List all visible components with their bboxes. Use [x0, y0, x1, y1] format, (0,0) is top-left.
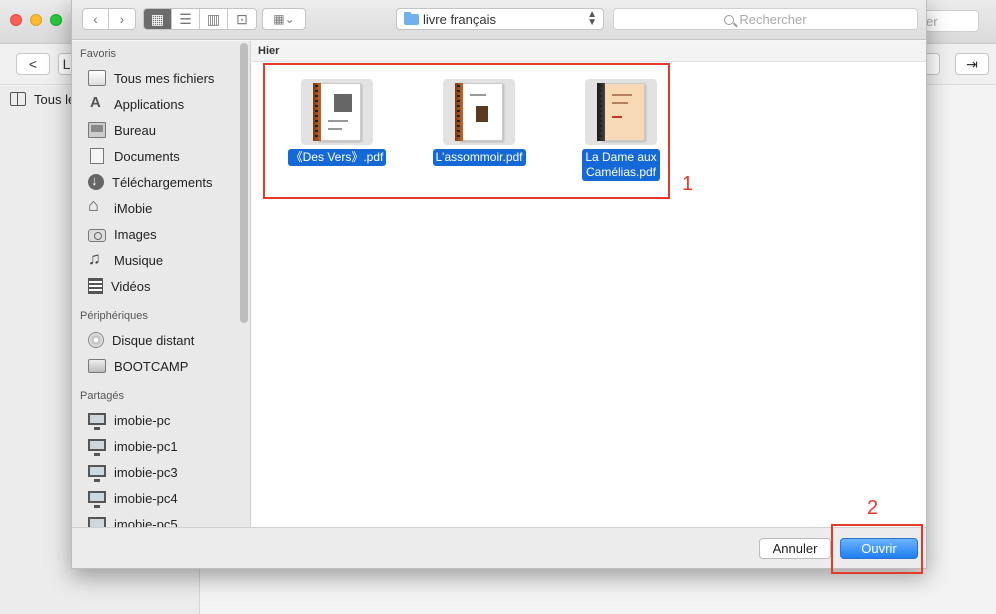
home-icon: [88, 195, 106, 216]
disc-icon: [88, 332, 104, 348]
sidebar-item-imobie-pc4[interactable]: imobie-pc4: [88, 488, 178, 508]
sidebar-item-imobie-pc5[interactable]: imobie-pc5: [88, 514, 178, 527]
sidebar-item-label: imobie-pc3: [114, 464, 178, 480]
search-icon: [724, 15, 735, 25]
view-mode-segment: ▦ ☰ ▥ ⊡: [143, 8, 257, 30]
sidebar-item-downloads[interactable]: Téléchargements: [88, 172, 212, 192]
sidebar-item-label: Tous mes fichiers: [114, 70, 215, 86]
sidebar-item-label: Images: [114, 226, 157, 242]
export-icon[interactable]: ⇥: [955, 53, 989, 75]
sidebar-item-label: Musique: [114, 252, 164, 268]
all-files-icon: [88, 70, 106, 86]
music-icon: [88, 249, 106, 269]
folder-icon: [404, 12, 419, 25]
sidebar-item-label: imobie-pc5: [114, 516, 178, 528]
background-sidebar-item-label: Tous le: [34, 92, 76, 107]
sidebar-item-label: Téléchargements: [112, 174, 213, 190]
sidebar-item-imobie-pc[interactable]: imobie-pc: [88, 410, 170, 430]
sidebar-item-all-files[interactable]: Tous mes fichiers: [88, 68, 214, 88]
minimize-window-button[interactable]: [30, 14, 42, 26]
computer-icon: [88, 491, 106, 508]
search-placeholder: Rechercher: [739, 12, 807, 27]
sidebar-item-label: imobie-pc: [114, 412, 171, 428]
sidebar-item-videos[interactable]: Vidéos: [88, 276, 151, 296]
sidebar-item-label: BOOTCAMP: [114, 358, 189, 374]
sidebar-item-label: Documents: [114, 148, 180, 164]
group-header: Hier: [252, 41, 926, 62]
sidebar-item-imobie-pc3[interactable]: imobie-pc3: [88, 462, 178, 482]
location-label: livre français: [423, 12, 496, 27]
close-window-button[interactable]: [10, 14, 22, 26]
dialog-toolbar: ‹ › ▦ ☰ ▥ ⊡ ▦⌄ livre français ▲ ▼ Recherc…: [72, 0, 926, 40]
navigation-segment: ‹ ›: [82, 8, 136, 30]
camera-icon: [88, 228, 106, 242]
location-popup[interactable]: livre français ▲ ▼: [396, 8, 604, 30]
updown-chevron-icon: ▲ ▼: [587, 9, 597, 28]
book-icon: [10, 92, 26, 106]
coverflow-view-button[interactable]: ⊡: [228, 9, 256, 29]
annotation-box-open: [831, 524, 923, 574]
sidebar-section-peripheriques: Périphériques: [80, 310, 148, 322]
film-icon: [88, 278, 103, 294]
sidebar-item-label: imobie-pc4: [114, 490, 178, 506]
sidebar-item-label: Bureau: [114, 122, 156, 138]
sidebar-item-images[interactable]: Images: [88, 224, 157, 244]
annotation-box-files: [263, 63, 670, 199]
sidebar-item-label: imobie-pc1: [114, 438, 178, 454]
sidebar-item-music[interactable]: Musique: [88, 249, 164, 270]
sidebar-item-desktop[interactable]: Bureau: [88, 120, 156, 140]
sidebar-item-label: Disque distant: [112, 332, 195, 348]
arrange-button[interactable]: ▦⌄: [263, 9, 305, 29]
dialog-button-bar: Annuler Ouvrir: [72, 527, 926, 568]
sidebar-section-favoris: Favoris: [80, 48, 117, 60]
sidebar-item-label: iMobie: [114, 200, 153, 216]
list-view-button[interactable]: ☰: [172, 9, 200, 29]
sidebar-scrollbar[interactable]: [240, 43, 248, 323]
computer-icon: [88, 439, 106, 456]
annotation-label-2: 2: [867, 497, 879, 519]
annotation-label-1: 1: [682, 173, 694, 195]
sidebar-item-imobie-pc1[interactable]: imobie-pc1: [88, 436, 178, 456]
forward-button[interactable]: ›: [109, 9, 135, 29]
back-button[interactable]: ‹: [83, 9, 109, 29]
background-back-button[interactable]: <: [16, 53, 50, 75]
search-input[interactable]: Rechercher: [613, 8, 918, 30]
documents-icon: [90, 148, 104, 164]
background-sidebar-item[interactable]: Tous le: [10, 92, 75, 107]
sidebar-item-bootcamp[interactable]: BOOTCAMP: [88, 356, 188, 376]
dialog-sidebar: Favoris Tous mes fichiers Applications B…: [72, 41, 251, 527]
sidebar-item-imobie[interactable]: iMobie: [88, 195, 153, 218]
applications-icon: [88, 94, 106, 112]
sidebar-item-label: Applications: [114, 96, 185, 112]
computer-icon: [88, 413, 106, 430]
downloads-icon: [88, 173, 104, 190]
sidebar-item-documents[interactable]: Documents: [88, 146, 180, 166]
sidebar-item-remote-disc[interactable]: Disque distant: [88, 330, 194, 350]
computer-icon: [88, 517, 106, 527]
computer-icon: [88, 465, 106, 482]
desktop-icon: [88, 122, 106, 138]
drive-icon: [88, 359, 106, 373]
sidebar-section-partages: Partagés: [80, 390, 125, 402]
icon-view-button[interactable]: ▦: [144, 9, 172, 29]
sidebar-item-label: Vidéos: [111, 278, 151, 294]
column-view-button[interactable]: ▥: [200, 9, 228, 29]
arrange-segment: ▦⌄: [262, 8, 306, 30]
cancel-button[interactable]: Annuler: [759, 538, 831, 559]
zoom-window-button[interactable]: [50, 14, 62, 26]
sidebar-item-applications[interactable]: Applications: [88, 94, 184, 114]
